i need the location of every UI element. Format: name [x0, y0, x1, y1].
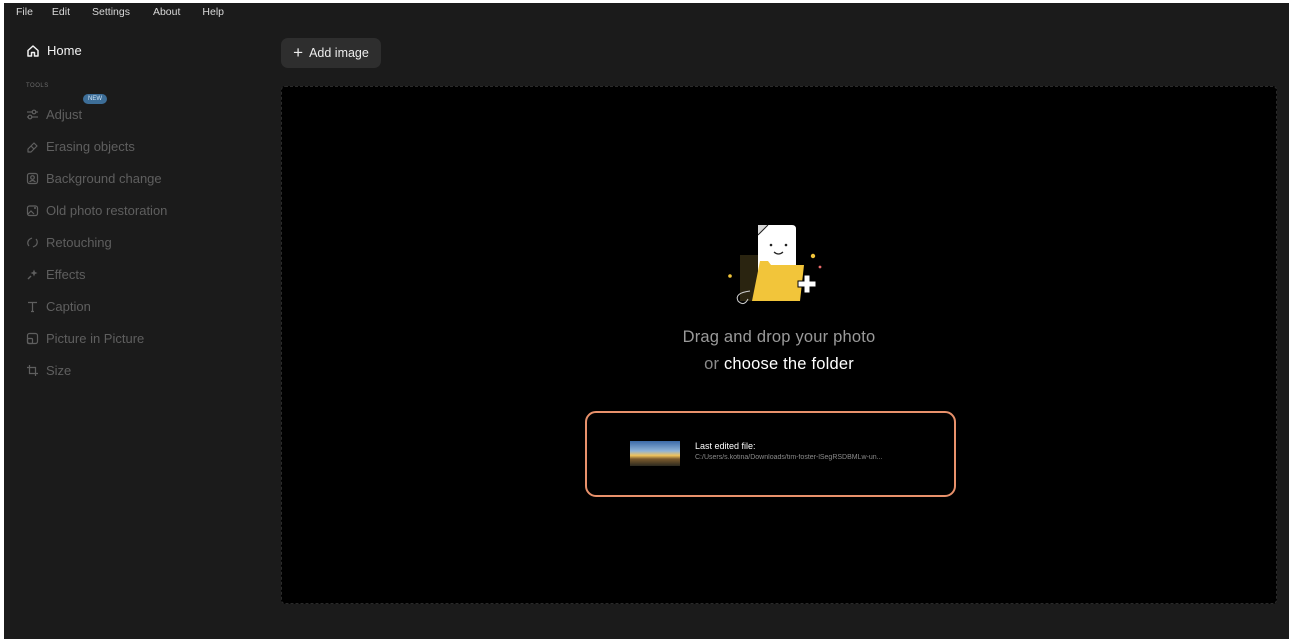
sliders-icon	[27, 109, 38, 120]
drop-zone[interactable]: Drag and drop your photo or choose the f…	[281, 86, 1277, 604]
menu-file[interactable]: File	[16, 6, 33, 18]
sidebar-item-label: Home	[47, 43, 82, 58]
menu-settings[interactable]: Settings	[92, 6, 130, 18]
app-window: File Edit Settings About Help Home TOOLS…	[4, 3, 1289, 639]
sidebar-item-label: Picture in Picture	[46, 331, 145, 346]
sidebar-item-label: Size	[46, 363, 72, 378]
crop-icon	[27, 365, 38, 376]
folder-illustration-icon	[728, 224, 822, 305]
magic-wand-icon	[27, 269, 38, 280]
sidebar-item-label: Erasing objects	[46, 139, 135, 154]
file-thumbnail	[630, 441, 680, 466]
sidebar-item-retouching[interactable]: Retouching	[26, 235, 112, 250]
sidebar-item-size[interactable]: Size	[26, 363, 71, 378]
sidebar-item-label: Caption	[46, 299, 91, 314]
text-icon	[28, 301, 37, 313]
sidebar-item-label: Old photo restoration	[46, 203, 168, 218]
sidebar-item-label: Adjust	[46, 107, 83, 122]
home-icon	[27, 44, 39, 57]
pip-icon	[26, 332, 39, 345]
last-edited-title: Last edited file:	[695, 441, 756, 451]
or-text: or	[704, 355, 720, 373]
drop-instruction: Drag and drop your photo	[682, 328, 876, 346]
last-edited-path: C:/Users/s.kotina/Downloads/tim-foster-l…	[695, 454, 883, 461]
choose-folder-line: or choose the folder	[282, 355, 1276, 374]
menu-edit[interactable]: Edit	[52, 6, 70, 18]
tools-section-label: TOOLS	[26, 83, 49, 89]
eraser-icon	[27, 142, 38, 153]
menu-about[interactable]: About	[153, 6, 180, 18]
sidebar-item-label: Retouching	[46, 235, 112, 250]
menu-help[interactable]: Help	[202, 6, 224, 18]
photo-restore-icon	[26, 205, 39, 217]
plus-icon: +	[293, 42, 304, 62]
sidebar-item-background-change[interactable]: Background change	[26, 171, 162, 186]
sidebar-item-label: Effects	[46, 267, 86, 282]
sidebar: Home TOOLS NEW Adjust Erasing objects Ba…	[4, 21, 274, 639]
last-edited-file-card[interactable]: Last edited file: C:/Users/s.kotina/Down…	[585, 411, 956, 497]
retouch-icon	[27, 237, 38, 248]
choose-folder-link[interactable]: choose the folder	[724, 355, 854, 373]
menu-bar: File Edit Settings About Help	[4, 3, 1289, 21]
portrait-icon	[26, 172, 39, 185]
sidebar-item-adjust[interactable]: Adjust	[26, 107, 82, 122]
add-image-label: Add image	[309, 46, 369, 60]
add-image-button[interactable]: + Add image	[281, 38, 381, 68]
sidebar-item-home[interactable]: Home	[26, 43, 82, 58]
new-badge: NEW	[83, 94, 107, 104]
sidebar-item-label: Background change	[46, 171, 162, 186]
sidebar-item-effects[interactable]: Effects	[26, 267, 86, 282]
sidebar-item-picture-in-picture[interactable]: Picture in Picture	[26, 331, 144, 346]
sidebar-item-erasing-objects[interactable]: Erasing objects	[26, 139, 135, 154]
sidebar-item-caption[interactable]: Caption	[26, 299, 91, 314]
sidebar-item-old-photo-restoration[interactable]: Old photo restoration	[26, 203, 167, 218]
